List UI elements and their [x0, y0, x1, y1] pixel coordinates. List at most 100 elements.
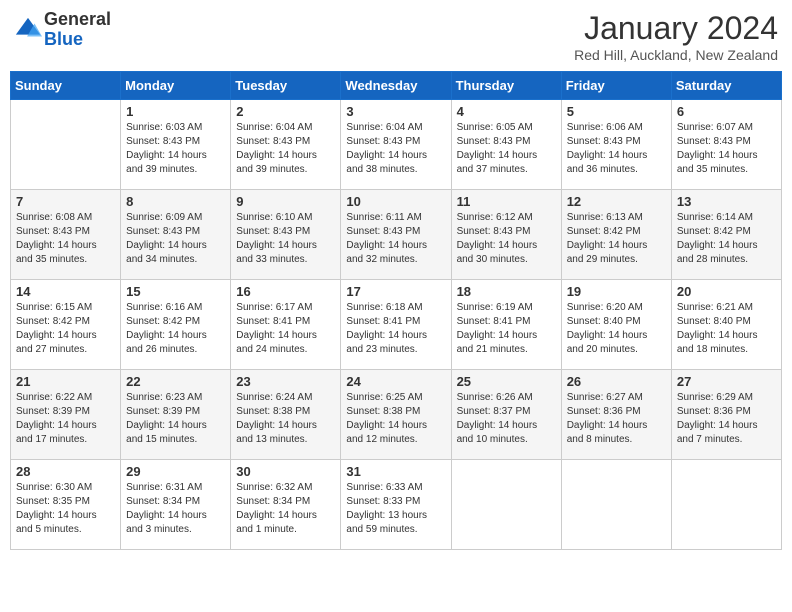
weekday-header-saturday: Saturday — [671, 72, 781, 100]
day-info: Sunrise: 6:21 AMSunset: 8:40 PMDaylight:… — [677, 301, 776, 357]
calendar-cell: 8 Sunrise: 6:09 AMSunset: 8:43 PMDaylight… — [121, 190, 231, 280]
day-number: 16 — [236, 284, 335, 299]
day-number: 12 — [567, 194, 666, 209]
day-number: 24 — [346, 374, 445, 389]
page-header: General Blue January 2024 Red Hill, Auck… — [10, 10, 782, 63]
day-info: Sunrise: 6:03 AMSunset: 8:43 PMDaylight:… — [126, 121, 225, 177]
week-row-3: 14 Sunrise: 6:15 AMSunset: 8:42 PMDayligh… — [11, 280, 782, 370]
day-info: Sunrise: 6:15 AMSunset: 8:42 PMDaylight:… — [16, 301, 115, 357]
logo-general: General — [44, 9, 111, 29]
calendar-cell: 13Sunrise: 6:14 AMSunset: 8:42 PMDayligh… — [671, 190, 781, 280]
week-row-4: 21 Sunrise: 6:22 AMSunset: 8:39 PMDayligh… — [11, 370, 782, 460]
day-number: 30 — [236, 464, 335, 479]
day-number: 1 — [126, 104, 225, 119]
day-info: Sunrise: 6:07 AMSunset: 8:43 PMDaylight:… — [677, 121, 776, 177]
calendar-cell: 11 Sunrise: 6:12 AMSunset: 8:43 PMDayligh… — [451, 190, 561, 280]
week-row-5: 28 Sunrise: 6:30 AMSunset: 8:35 PMDayligh… — [11, 460, 782, 550]
day-info: Sunrise: 6:31 AMSunset: 8:34 PMDaylight:… — [126, 481, 225, 537]
logo: General Blue — [14, 10, 111, 50]
day-info: Sunrise: 6:22 AMSunset: 8:39 PMDaylight:… — [16, 391, 115, 447]
calendar-cell: 12 Sunrise: 6:13 AMSunset: 8:42 PMDayligh… — [561, 190, 671, 280]
title-block: January 2024 Red Hill, Auckland, New Zea… — [574, 10, 778, 63]
day-info: Sunrise: 6:16 AMSunset: 8:42 PMDaylight:… — [126, 301, 225, 357]
calendar-table: SundayMondayTuesdayWednesdayThursdayFrid… — [10, 71, 782, 550]
day-number: 9 — [236, 194, 335, 209]
calendar-cell: 22Sunrise: 6:23 AMSunset: 8:39 PMDayligh… — [121, 370, 231, 460]
day-number: 8 — [126, 194, 225, 209]
calendar-cell: 5 Sunrise: 6:06 AMSunset: 8:43 PMDaylight… — [561, 100, 671, 190]
day-info: Sunrise: 6:11 AMSunset: 8:43 PMDaylight:… — [346, 211, 445, 267]
day-number: 29 — [126, 464, 225, 479]
weekday-header-wednesday: Wednesday — [341, 72, 451, 100]
day-info: Sunrise: 6:05 AMSunset: 8:43 PMDaylight:… — [457, 121, 556, 177]
day-info: Sunrise: 6:06 AMSunset: 8:43 PMDaylight:… — [567, 121, 666, 177]
calendar-cell — [561, 460, 671, 550]
calendar-cell: 2 Sunrise: 6:04 AMSunset: 8:43 PMDaylight… — [231, 100, 341, 190]
month-title: January 2024 — [574, 10, 778, 47]
calendar-cell: 19 Sunrise: 6:20 AMSunset: 8:40 PMDayligh… — [561, 280, 671, 370]
day-number: 28 — [16, 464, 115, 479]
calendar-cell: 20 Sunrise: 6:21 AMSunset: 8:40 PMDayligh… — [671, 280, 781, 370]
calendar-cell: 30 Sunrise: 6:32 AMSunset: 8:34 PMDayligh… — [231, 460, 341, 550]
calendar-cell: 17 Sunrise: 6:18 AMSunset: 8:41 PMDayligh… — [341, 280, 451, 370]
day-number: 17 — [346, 284, 445, 299]
day-number: 3 — [346, 104, 445, 119]
calendar-cell: 25Sunrise: 6:26 AMSunset: 8:37 PMDayligh… — [451, 370, 561, 460]
day-info: Sunrise: 6:13 AMSunset: 8:42 PMDaylight:… — [567, 211, 666, 267]
day-number: 14 — [16, 284, 115, 299]
day-number: 5 — [567, 104, 666, 119]
weekday-header-sunday: Sunday — [11, 72, 121, 100]
day-number: 2 — [236, 104, 335, 119]
day-number: 22 — [126, 374, 225, 389]
calendar-cell: 16 Sunrise: 6:17 AMSunset: 8:41 PMDayligh… — [231, 280, 341, 370]
day-info: Sunrise: 6:27 AMSunset: 8:36 PMDaylight:… — [567, 391, 666, 447]
calendar-cell: 23Sunrise: 6:24 AMSunset: 8:38 PMDayligh… — [231, 370, 341, 460]
day-info: Sunrise: 6:19 AMSunset: 8:41 PMDaylight:… — [457, 301, 556, 357]
calendar-cell: 28 Sunrise: 6:30 AMSunset: 8:35 PMDayligh… — [11, 460, 121, 550]
day-info: Sunrise: 6:26 AMSunset: 8:37 PMDaylight:… — [457, 391, 556, 447]
day-info: Sunrise: 6:17 AMSunset: 8:41 PMDaylight:… — [236, 301, 335, 357]
day-info: Sunrise: 6:29 AMSunset: 8:36 PMDaylight:… — [677, 391, 776, 447]
day-number: 11 — [457, 194, 556, 209]
week-row-2: 7Sunrise: 6:08 AMSunset: 8:43 PMDaylight… — [11, 190, 782, 280]
location: Red Hill, Auckland, New Zealand — [574, 47, 778, 63]
calendar-cell: 31Sunrise: 6:33 AMSunset: 8:33 PMDayligh… — [341, 460, 451, 550]
logo-blue: Blue — [44, 29, 83, 49]
day-info: Sunrise: 6:04 AMSunset: 8:43 PMDaylight:… — [236, 121, 335, 177]
calendar-cell — [451, 460, 561, 550]
calendar-cell: 1 Sunrise: 6:03 AMSunset: 8:43 PMDaylight… — [121, 100, 231, 190]
day-info: Sunrise: 6:08 AMSunset: 8:43 PMDaylight:… — [16, 211, 115, 267]
weekday-header-row: SundayMondayTuesdayWednesdayThursdayFrid… — [11, 72, 782, 100]
day-number: 13 — [677, 194, 776, 209]
calendar-cell: 7Sunrise: 6:08 AMSunset: 8:43 PMDaylight… — [11, 190, 121, 280]
day-number: 31 — [346, 464, 445, 479]
calendar-cell: 3Sunrise: 6:04 AMSunset: 8:43 PMDaylight… — [341, 100, 451, 190]
day-number: 21 — [16, 374, 115, 389]
day-info: Sunrise: 6:20 AMSunset: 8:40 PMDaylight:… — [567, 301, 666, 357]
weekday-header-thursday: Thursday — [451, 72, 561, 100]
day-number: 20 — [677, 284, 776, 299]
logo-icon — [14, 16, 42, 44]
day-info: Sunrise: 6:18 AMSunset: 8:41 PMDaylight:… — [346, 301, 445, 357]
calendar-cell: 21 Sunrise: 6:22 AMSunset: 8:39 PMDayligh… — [11, 370, 121, 460]
day-number: 18 — [457, 284, 556, 299]
day-info: Sunrise: 6:09 AMSunset: 8:43 PMDaylight:… — [126, 211, 225, 267]
calendar-cell: 6Sunrise: 6:07 AMSunset: 8:43 PMDaylight… — [671, 100, 781, 190]
calendar-cell: 14 Sunrise: 6:15 AMSunset: 8:42 PMDayligh… — [11, 280, 121, 370]
weekday-header-tuesday: Tuesday — [231, 72, 341, 100]
calendar-cell — [11, 100, 121, 190]
calendar-cell: 24Sunrise: 6:25 AMSunset: 8:38 PMDayligh… — [341, 370, 451, 460]
calendar-cell: 4Sunrise: 6:05 AMSunset: 8:43 PMDaylight… — [451, 100, 561, 190]
day-number: 19 — [567, 284, 666, 299]
calendar-cell: 29 Sunrise: 6:31 AMSunset: 8:34 PMDayligh… — [121, 460, 231, 550]
calendar-cell: 18 Sunrise: 6:19 AMSunset: 8:41 PMDayligh… — [451, 280, 561, 370]
day-info: Sunrise: 6:32 AMSunset: 8:34 PMDaylight:… — [236, 481, 335, 537]
day-info: Sunrise: 6:12 AMSunset: 8:43 PMDaylight:… — [457, 211, 556, 267]
calendar-cell: 27 Sunrise: 6:29 AMSunset: 8:36 PMDayligh… — [671, 370, 781, 460]
day-number: 15 — [126, 284, 225, 299]
day-number: 27 — [677, 374, 776, 389]
weekday-header-friday: Friday — [561, 72, 671, 100]
calendar-cell: 10Sunrise: 6:11 AMSunset: 8:43 PMDayligh… — [341, 190, 451, 280]
day-info: Sunrise: 6:10 AMSunset: 8:43 PMDaylight:… — [236, 211, 335, 267]
day-info: Sunrise: 6:30 AMSunset: 8:35 PMDaylight:… — [16, 481, 115, 537]
